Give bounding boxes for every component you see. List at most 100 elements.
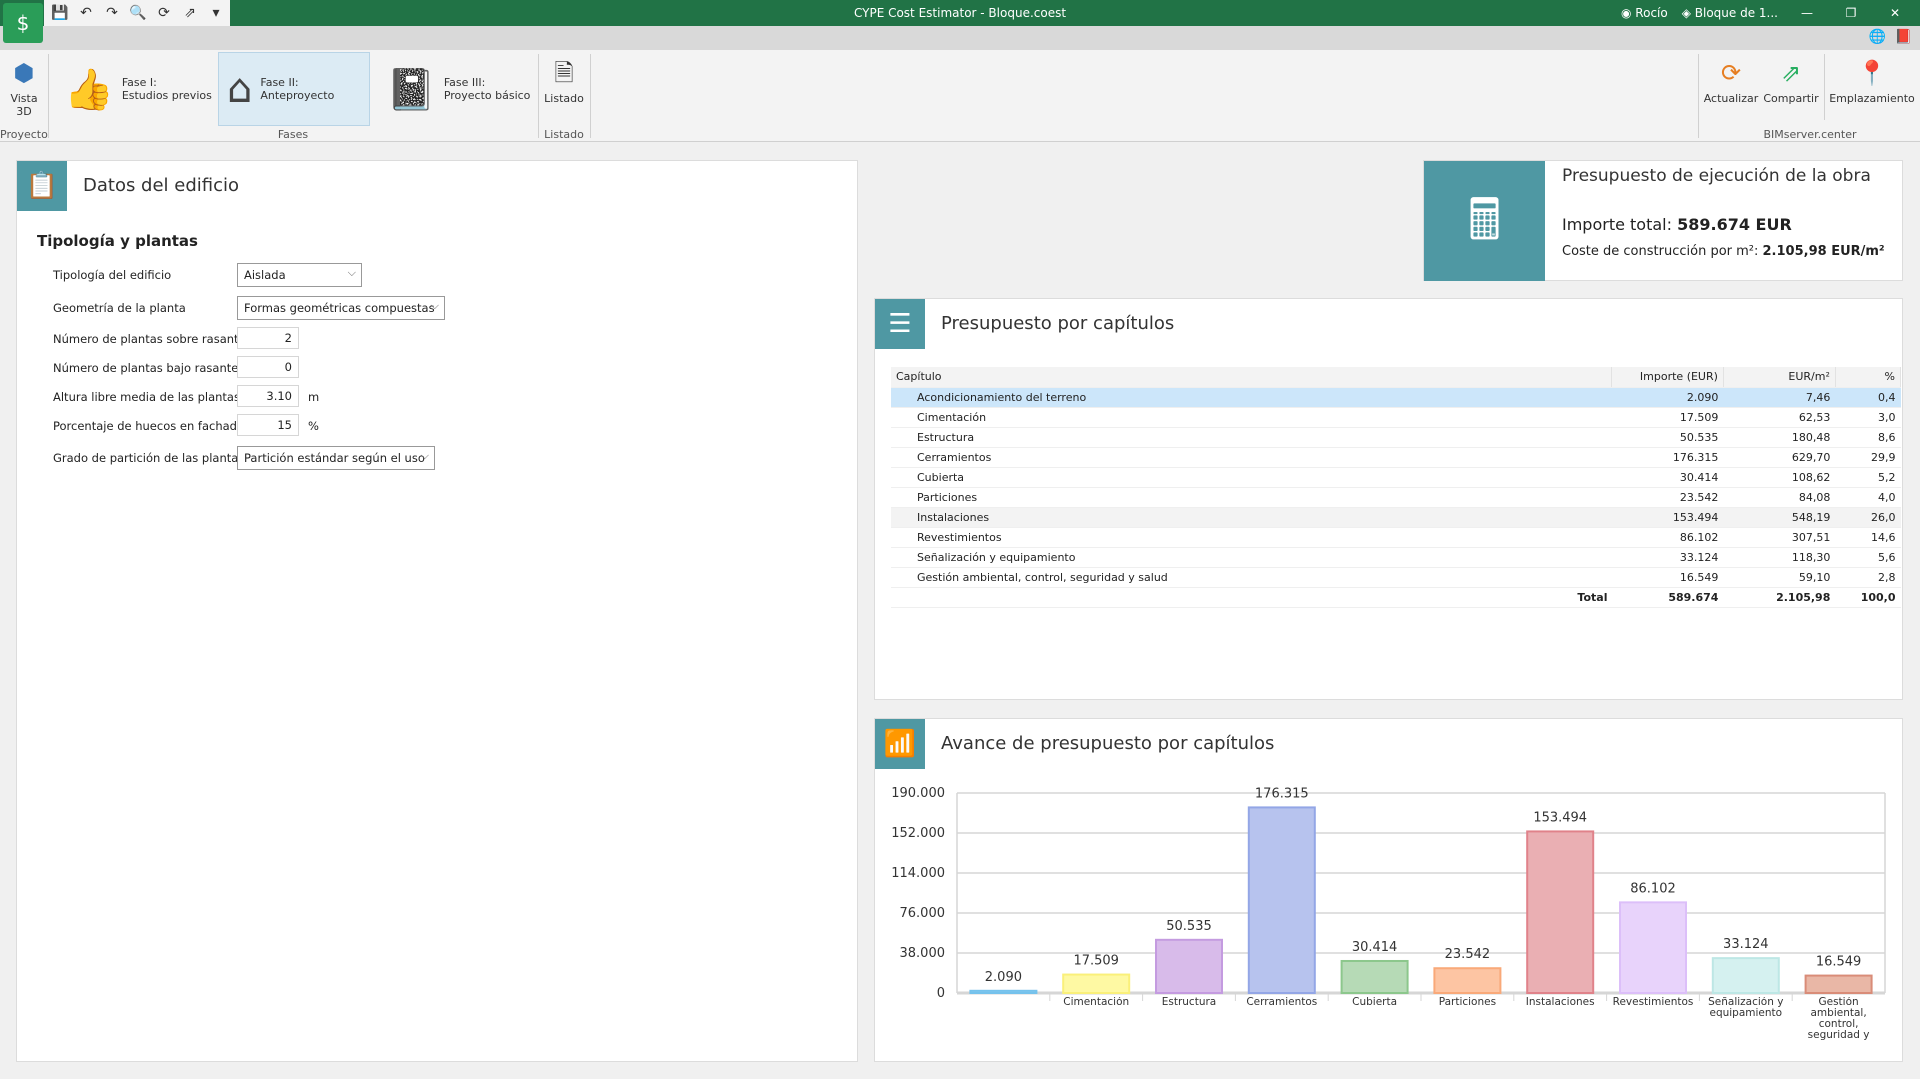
avance-title: Avance de presupuesto por capítulos xyxy=(941,733,1275,754)
field-input[interactable]: 0 xyxy=(237,356,299,378)
bar[interactable] xyxy=(1619,901,1687,994)
table-row[interactable]: Cubierta 30.414 108,62 5,2 xyxy=(891,467,1901,488)
field-dropdown[interactable]: Formas geométricas compuestas xyxy=(237,296,445,320)
bar[interactable] xyxy=(1433,967,1502,995)
bar[interactable] xyxy=(969,989,1038,995)
field-dropdown[interactable]: Aislada xyxy=(237,263,362,287)
bar-value-label: 86.102 xyxy=(1630,881,1676,896)
group-proyecto-label: Proyecto xyxy=(0,128,48,141)
table-row[interactable]: Cimentación 17.509 62,53 3,0 xyxy=(891,407,1901,428)
table-cell: 26,0 xyxy=(1835,507,1901,528)
table-cell: 33.124 xyxy=(1611,547,1724,568)
listado-button[interactable]: 🗎 Listado xyxy=(542,54,586,105)
customize-icon[interactable]: ▾ xyxy=(206,5,226,21)
restore-button[interactable]: ❐ xyxy=(1836,6,1866,20)
table-cell: 7,46 xyxy=(1723,387,1836,408)
emplazamiento-button[interactable]: 📍 Emplazamiento xyxy=(1828,54,1916,105)
table-cell: 180,48 xyxy=(1723,427,1836,448)
fase-2-button[interactable]: ⌂ Fase II: Anteproyecto xyxy=(218,52,370,126)
fase-3-button[interactable]: 📓 Fase III: Proyecto básico xyxy=(378,52,538,126)
table-cell: Cimentación xyxy=(891,407,1612,428)
field-label: Geometría de la planta xyxy=(53,301,186,315)
bar[interactable] xyxy=(1340,959,1409,994)
x-tick-label-wrap: Revestimientos xyxy=(1612,997,1694,1008)
bar-value-label: 176.315 xyxy=(1255,786,1309,801)
vista-3d-button[interactable]: ⬢ Vista 3D xyxy=(4,54,44,118)
bar[interactable] xyxy=(1804,974,1873,995)
importe-label: Importe total: xyxy=(1562,215,1678,234)
table-cell: 50.535 xyxy=(1611,427,1724,448)
table-row[interactable]: Revestimientos 86.102 307,51 14,6 xyxy=(891,527,1901,548)
total-row: Total 589.674 2.105,98 100,0 xyxy=(891,587,1901,608)
bar-value-label: 16.549 xyxy=(1816,955,1862,970)
bar-value-label: 30.414 xyxy=(1352,940,1398,955)
bimserver-share-icon: ⇗ xyxy=(1780,59,1802,87)
save-icon[interactable]: 💾 xyxy=(50,5,70,21)
table-cell: 84,08 xyxy=(1723,487,1836,508)
fase-1-button[interactable]: 👍 Fase I: Estudios previos xyxy=(56,52,216,126)
table-row[interactable]: Instalaciones 153.494 548,19 26,0 xyxy=(891,507,1901,528)
bimserver-update-icon[interactable]: ⟳ xyxy=(154,5,174,21)
avance-chart: 0 38.000 76.000 114.000 152.000 190.000 2.090 1… xyxy=(891,786,1886,1041)
globe-icon[interactable]: 🌐 xyxy=(1869,29,1886,45)
thumbs-up-icon: 👍 xyxy=(64,66,114,113)
table-row[interactable]: Gestión ambiental, control, seguridad y … xyxy=(891,567,1901,588)
group-fases-label: Fases xyxy=(277,128,309,141)
table-cell: 548,19 xyxy=(1723,507,1836,528)
y-tick-label: 190.000 xyxy=(891,786,945,801)
bimserver-update-icon: ⟳ xyxy=(1720,59,1742,87)
table-row[interactable]: Particiones 23.542 84,08 4,0 xyxy=(891,487,1901,508)
total-cell: 100,0 xyxy=(1835,587,1901,608)
section-title: Tipología y plantas xyxy=(37,232,198,250)
bar[interactable] xyxy=(1155,938,1223,995)
table-row[interactable]: Señalización y equipamiento 33.124 118,30 5… xyxy=(891,547,1901,568)
compartir-button[interactable]: ⇗ Compartir xyxy=(1762,54,1820,105)
close-button[interactable]: ✕ xyxy=(1880,6,1910,20)
field-input[interactable]: 3.10 xyxy=(237,385,299,407)
capitulos-title: Presupuesto por capítulos xyxy=(941,313,1175,334)
search-icon[interactable]: 🔍 xyxy=(128,5,148,21)
actualizar-button[interactable]: ⟳ Actualizar xyxy=(1702,54,1760,105)
group-listado-label: Listado xyxy=(544,128,584,141)
field-input[interactable]: 2 xyxy=(237,327,299,349)
table-cell: Señalización y equipamiento xyxy=(891,547,1612,568)
x-tick-label-wrap: Cimentación xyxy=(1063,997,1129,1008)
bar[interactable] xyxy=(1062,973,1131,994)
bar[interactable] xyxy=(1247,806,1316,995)
project-status[interactable]: ◈ Bloque de 1... xyxy=(1682,6,1778,20)
bar[interactable] xyxy=(1526,830,1595,994)
table-cell: 118,30 xyxy=(1723,547,1836,568)
table-row[interactable]: Cerramientos 176.315 629,70 29,9 xyxy=(891,447,1901,468)
column-header[interactable]: EUR/m² xyxy=(1723,367,1836,388)
avance-panel: 📶 Avance de presupuesto por capítulos 0 3… xyxy=(874,718,1903,1062)
cube-icon: ⬢ xyxy=(13,59,35,87)
x-tick-label: Particiones xyxy=(1438,997,1497,1008)
column-header[interactable]: Capítulo xyxy=(891,367,1612,388)
redo-icon[interactable]: ↷ xyxy=(102,5,122,21)
emplazamiento-label: Emplazamiento xyxy=(1829,92,1915,105)
column-header[interactable]: Importe (EUR) xyxy=(1611,367,1724,388)
minimize-button[interactable]: — xyxy=(1792,6,1822,20)
table-row[interactable]: Estructura 50.535 180,48 8,6 xyxy=(891,427,1901,448)
y-tick-label: 38.000 xyxy=(900,946,946,961)
field-dropdown[interactable]: Partición estándar según el uso xyxy=(237,446,435,470)
user-account[interactable]: ◉ Rocío xyxy=(1621,6,1668,20)
bimserver-share-icon[interactable]: ⇗ xyxy=(180,5,200,21)
total-cell: 589.674 xyxy=(1611,587,1724,608)
app-logo-icon[interactable]: $ xyxy=(3,3,43,43)
user-name: Rocío xyxy=(1635,6,1668,20)
table-cell: 86.102 xyxy=(1611,527,1724,548)
table-cell: Acondicionamiento del terreno xyxy=(891,387,1612,408)
help-book-icon[interactable]: 📕 xyxy=(1895,29,1912,45)
x-tick-label: Revestimientos xyxy=(1612,997,1694,1008)
presupuesto-panel: 🖩 Presupuesto de ejecución de la obra Im… xyxy=(1423,160,1903,281)
table-cell: 17.509 xyxy=(1611,407,1724,428)
table-row[interactable]: Acondicionamiento del terreno 2.090 7,46 0,… xyxy=(891,387,1901,408)
field-input[interactable]: 15 xyxy=(237,414,299,436)
bar-value-label: 2.090 xyxy=(985,970,1022,985)
undo-icon[interactable]: ↶ xyxy=(76,5,96,21)
x-tick-label-wrap: Estructura xyxy=(1162,997,1217,1008)
bar[interactable] xyxy=(1711,957,1780,994)
coste-value: 2.105,98 EUR/m² xyxy=(1762,244,1885,259)
column-header[interactable]: % xyxy=(1835,367,1902,388)
